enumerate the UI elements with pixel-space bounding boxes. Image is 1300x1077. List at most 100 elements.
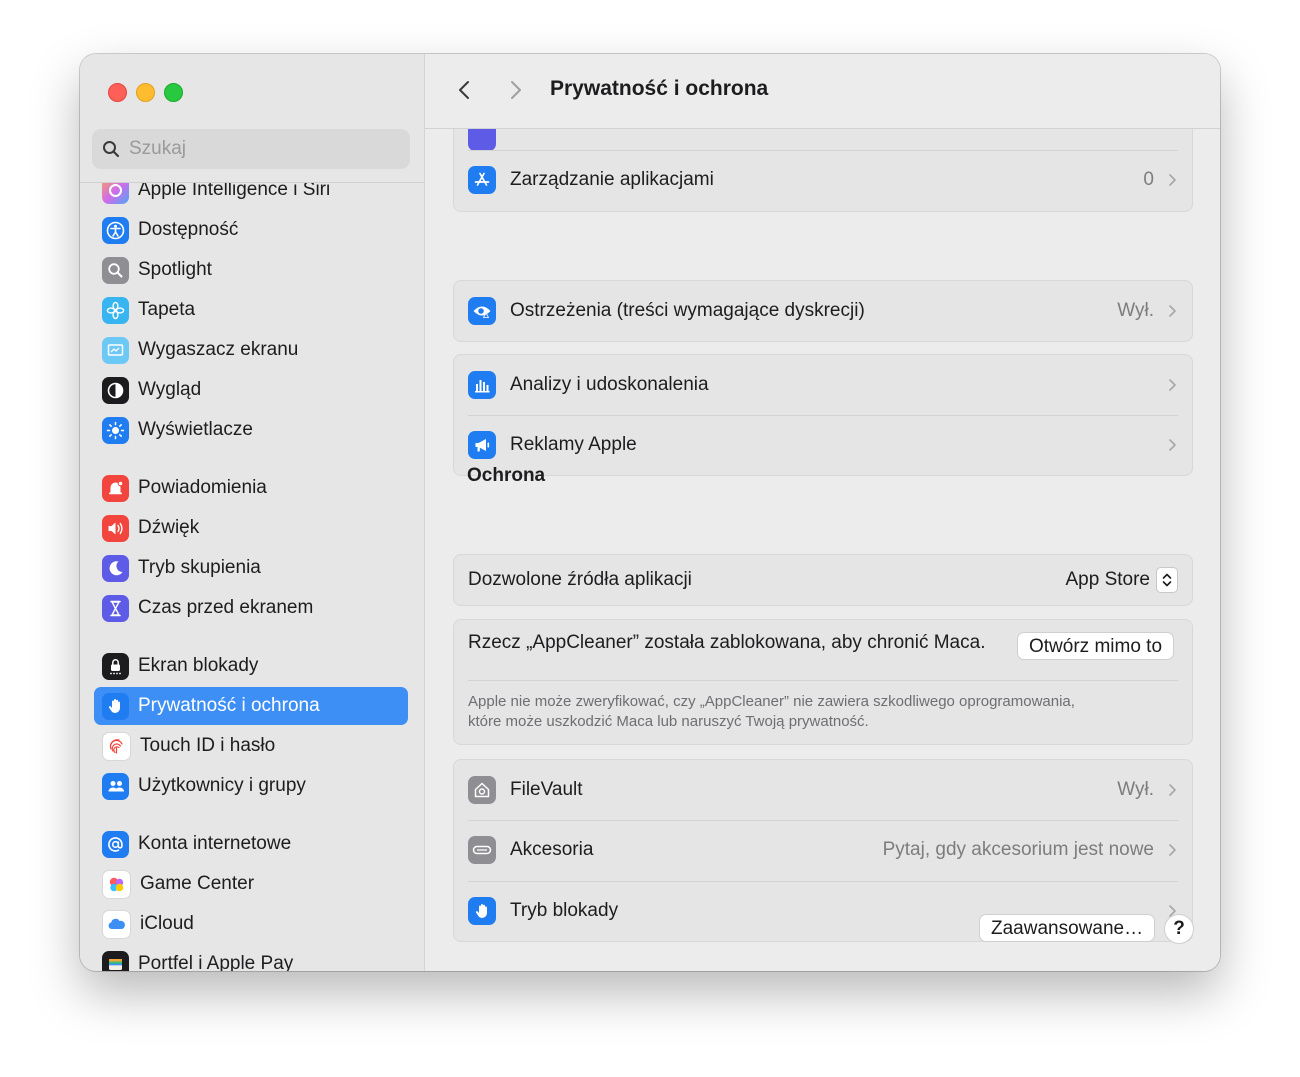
sidebar-item-wallet[interactable]: Portfel i Apple Pay bbox=[94, 945, 408, 971]
wallet-icon bbox=[102, 950, 129, 971]
settings-content[interactable]: Zarządzanie aplikacjami 0 Ostrzeżenia (t… bbox=[425, 129, 1220, 971]
chevron-left-icon[interactable] bbox=[453, 78, 477, 102]
row-apple-ads[interactable]: Reklamy Apple bbox=[454, 415, 1192, 475]
sidebar-item-screensaver[interactable]: Wygaszacz ekranu bbox=[94, 331, 408, 369]
sidebar-item-lock-screen[interactable]: Ekran blokady bbox=[94, 647, 408, 685]
sun-icon bbox=[102, 416, 129, 444]
sidebar-item-label: Dostępność bbox=[138, 219, 239, 240]
sidebar-item-label: Dźwięk bbox=[138, 517, 200, 538]
search-field[interactable]: Szukaj bbox=[92, 129, 410, 169]
row-value: 0 bbox=[1143, 169, 1154, 190]
row-filevault[interactable]: FileVault Wył. bbox=[454, 760, 1192, 820]
sidebar-item-apple-intelligence[interactable]: Apple Intelligence i Siri bbox=[94, 183, 408, 209]
allowed-sources-select[interactable]: App Store bbox=[1066, 569, 1151, 591]
blocked-note-line: Apple nie może zweryfikować, czy „AppCle… bbox=[468, 693, 1075, 710]
sidebar-item-label: Prywatność i ochrona bbox=[138, 695, 320, 716]
appearance-icon bbox=[102, 376, 129, 404]
row-value: Wył. bbox=[1117, 779, 1154, 800]
row-partial-hidden[interactable] bbox=[454, 129, 1192, 151]
sidebar-item-spotlight[interactable]: Spotlight bbox=[94, 251, 408, 289]
accessory-icon bbox=[468, 836, 496, 864]
sidebar-item-label: Ekran blokady bbox=[138, 655, 259, 676]
card-apps: Zarządzanie aplikacjami 0 bbox=[453, 129, 1193, 212]
sidebar-item-label: Tapeta bbox=[138, 299, 196, 320]
divider bbox=[468, 680, 1178, 681]
megaphone-icon bbox=[468, 431, 496, 459]
open-anyway-button[interactable]: Otwórz mimo to bbox=[1017, 632, 1175, 660]
row-label: Analizy i udoskonalenia bbox=[510, 374, 709, 395]
sidebar-list[interactable]: Apple Intelligence i Siri Dostępność Spo… bbox=[80, 182, 424, 971]
sidebar-item-accessibility[interactable]: Dostępność bbox=[94, 211, 408, 249]
bell-icon bbox=[102, 474, 129, 502]
chart-bars-icon bbox=[468, 371, 496, 399]
accessibility-icon bbox=[102, 216, 129, 244]
chevron-right-icon bbox=[1169, 174, 1176, 186]
search-icon bbox=[103, 141, 120, 158]
row-allowed-sources: Dozwolone źródła aplikacji App Store bbox=[454, 555, 1192, 605]
row-accessories[interactable]: Akcesoria Pytaj, gdy akcesorium jest now… bbox=[454, 820, 1192, 880]
game-center-icon bbox=[102, 869, 131, 899]
popup-stepper-icon[interactable] bbox=[1156, 567, 1178, 593]
sidebar-item-focus[interactable]: Tryb skupienia bbox=[94, 549, 408, 587]
search-placeholder: Szukaj bbox=[129, 138, 187, 159]
sidebar-item-internet-accounts[interactable]: Konta internetowe bbox=[94, 825, 408, 863]
sidebar-item-displays[interactable]: Wyświetlacze bbox=[94, 411, 408, 449]
row-label: Reklamy Apple bbox=[510, 434, 637, 455]
chevron-right-icon bbox=[1169, 379, 1176, 391]
sidebar-item-notifications[interactable]: Powiadomienia bbox=[94, 469, 408, 507]
row-analytics[interactable]: Analizy i udoskonalenia bbox=[454, 355, 1192, 415]
lock-screen-icon bbox=[102, 652, 129, 680]
row-label: Tryb blokady bbox=[510, 900, 619, 921]
row-sensitive-content-warning[interactable]: Ostrzeżenia (treści wymagające dyskrecji… bbox=[454, 281, 1192, 341]
chevron-right-icon[interactable] bbox=[503, 78, 527, 102]
close-window-button[interactable] bbox=[108, 83, 127, 102]
row-label: FileVault bbox=[510, 779, 583, 800]
row-value: Pytaj, gdy akcesorium jest nowe bbox=[882, 839, 1154, 860]
sidebar-item-label: Wygląd bbox=[138, 379, 202, 400]
blocked-app-message: Rzecz „AppCleaner” została zablokowana, … bbox=[468, 632, 986, 653]
sidebar-item-icloud[interactable]: iCloud bbox=[94, 905, 408, 943]
sidebar: Szukaj Apple Intelligence i Siri Dostępn… bbox=[80, 54, 425, 971]
help-button[interactable]: ? bbox=[1164, 914, 1194, 944]
sidebar-item-touch-id[interactable]: Touch ID i hasło bbox=[94, 727, 408, 765]
zoom-window-button[interactable] bbox=[164, 83, 183, 102]
users-icon bbox=[102, 772, 129, 800]
sidebar-item-wallpaper[interactable]: Tapeta bbox=[94, 291, 408, 329]
row-label: Dozwolone źródła aplikacji bbox=[468, 569, 692, 590]
advanced-button[interactable]: Zaawansowane… bbox=[979, 914, 1156, 942]
chevron-right-icon bbox=[1169, 305, 1176, 317]
sidebar-item-privacy-security[interactable]: Prywatność i ochrona bbox=[94, 687, 408, 725]
sidebar-item-screen-time[interactable]: Czas przed ekranem bbox=[94, 589, 408, 627]
sidebar-item-label: Konta internetowe bbox=[138, 833, 292, 854]
sidebar-item-appearance[interactable]: Wygląd bbox=[94, 371, 408, 409]
settings-window: Szukaj Apple Intelligence i Siri Dostępn… bbox=[80, 54, 1220, 971]
at-icon bbox=[102, 830, 129, 858]
minimize-window-button[interactable] bbox=[136, 83, 155, 102]
sidebar-item-label: Game Center bbox=[140, 873, 255, 894]
sidebar-item-label: Wyświetlacze bbox=[138, 419, 253, 440]
sidebar-item-label: Spotlight bbox=[138, 259, 212, 280]
page-title: Prywatność i ochrona bbox=[550, 77, 769, 100]
toolbar: Prywatność i ochrona bbox=[425, 54, 1220, 129]
row-label: Zarządzanie aplikacjami bbox=[510, 169, 714, 190]
sidebar-item-label: Użytkownicy i grupy bbox=[138, 775, 306, 796]
moon-icon bbox=[102, 554, 129, 582]
screensaver-icon bbox=[102, 336, 129, 364]
app-icon bbox=[468, 129, 496, 151]
sidebar-item-label: iCloud bbox=[140, 913, 194, 934]
sidebar-item-label: Powiadomienia bbox=[138, 477, 267, 498]
row-app-management[interactable]: Zarządzanie aplikacjami 0 bbox=[454, 150, 1192, 210]
sidebar-item-label: Czas przed ekranem bbox=[138, 597, 314, 618]
magnifier-icon bbox=[102, 256, 129, 284]
row-label: Ostrzeżenia (treści wymagające dyskrecji… bbox=[510, 300, 865, 321]
sidebar-item-label: Portfel i Apple Pay bbox=[138, 953, 294, 971]
sidebar-item-label: Wygaszacz ekranu bbox=[138, 339, 299, 360]
chevron-right-icon bbox=[1169, 784, 1176, 796]
hand-icon bbox=[102, 692, 129, 720]
sidebar-item-users-groups[interactable]: Użytkownicy i grupy bbox=[94, 767, 408, 805]
sidebar-item-game-center[interactable]: Game Center bbox=[94, 865, 408, 903]
fingerprint-icon bbox=[102, 731, 131, 761]
sidebar-item-sound[interactable]: Dźwięk bbox=[94, 509, 408, 547]
blocked-app-note: Apple nie może zweryfikować, czy „AppCle… bbox=[468, 692, 1075, 732]
cloud-icon bbox=[102, 909, 131, 939]
